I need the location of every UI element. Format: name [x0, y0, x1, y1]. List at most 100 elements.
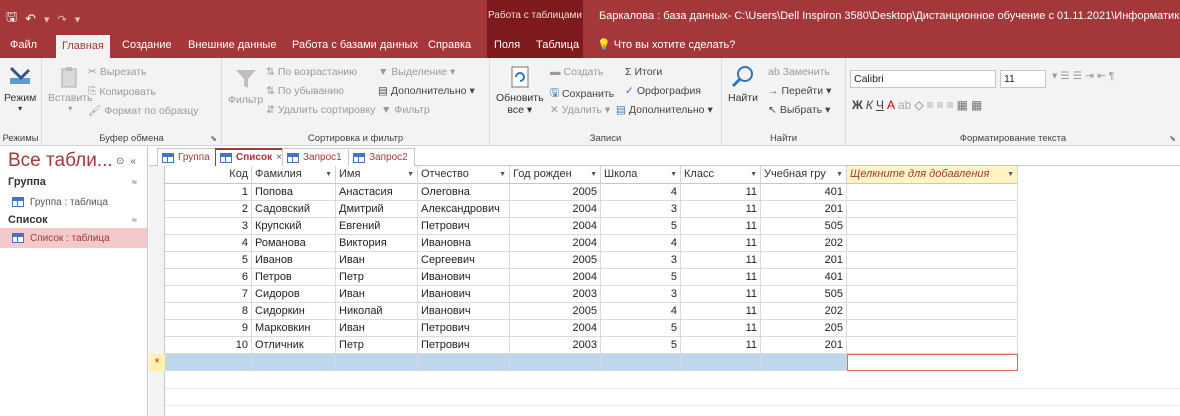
- cell-name[interactable]: Петр: [336, 269, 418, 286]
- cell-birth-year[interactable]: 2005: [510, 184, 601, 201]
- cell-surname[interactable]: Крупский: [252, 218, 336, 235]
- find-button[interactable]: Найти: [728, 64, 758, 104]
- new-record-cell[interactable]: [336, 354, 418, 371]
- cell-class[interactable]: 11: [681, 184, 761, 201]
- totals-button[interactable]: Σ Итоги: [625, 66, 662, 78]
- cell-patronymic[interactable]: Иванович: [418, 269, 510, 286]
- cell-study-group[interactable]: 401: [761, 269, 847, 286]
- cell-patronymic[interactable]: Иванович: [418, 286, 510, 303]
- collapse-group-icon[interactable]: ≈: [132, 177, 137, 187]
- cell-school[interactable]: 4: [601, 184, 681, 201]
- cell-class[interactable]: 11: [681, 320, 761, 337]
- tab-external-data[interactable]: Внешние данные: [188, 32, 276, 58]
- table-row[interactable]: 10 Отличник Петр Петрович 2003 5 11 201: [165, 337, 1018, 354]
- column-header-surname[interactable]: Фамилия ▼: [252, 166, 336, 184]
- new-record-cell[interactable]: [681, 354, 761, 371]
- cell-surname[interactable]: Сидоров: [252, 286, 336, 303]
- cell-school[interactable]: 5: [601, 269, 681, 286]
- tab-create[interactable]: Создание: [122, 32, 172, 58]
- cell-patronymic[interactable]: Олеговна: [418, 184, 510, 201]
- column-header-code[interactable]: Код: [165, 166, 252, 184]
- new-record-cell[interactable]: [418, 354, 510, 371]
- cell-class[interactable]: 11: [681, 218, 761, 235]
- cell-name[interactable]: Петр: [336, 337, 418, 354]
- cell-class[interactable]: 11: [681, 201, 761, 218]
- table-row[interactable]: 8 Сидоркин Николай Иванович 2005 4 11 202: [165, 303, 1018, 320]
- cell-class[interactable]: 11: [681, 303, 761, 320]
- cell-study-group[interactable]: 205: [761, 320, 847, 337]
- tab-database-tools[interactable]: Работа с базами данных: [292, 32, 418, 58]
- table-row[interactable]: 5 Иванов Иван Сергеевич 2005 3 11 201: [165, 252, 1018, 269]
- cell-school[interactable]: 4: [601, 235, 681, 252]
- cell-class[interactable]: 11: [681, 286, 761, 303]
- cell-school[interactable]: 4: [601, 303, 681, 320]
- cell-code[interactable]: 7: [165, 286, 252, 303]
- cell-code[interactable]: 9: [165, 320, 252, 337]
- cell-surname[interactable]: Попова: [252, 184, 336, 201]
- remove-sort-button[interactable]: ⇵ Удалить сортировку: [266, 104, 376, 116]
- cell-study-group[interactable]: 201: [761, 201, 847, 218]
- cell-birth-year[interactable]: 2004: [510, 320, 601, 337]
- cell-add-new[interactable]: [847, 269, 1018, 286]
- cell-school[interactable]: 5: [601, 320, 681, 337]
- cell-patronymic[interactable]: Иванович: [418, 303, 510, 320]
- cell-study-group[interactable]: 505: [761, 286, 847, 303]
- cell-code[interactable]: 1: [165, 184, 252, 201]
- cell-name[interactable]: Иван: [336, 320, 418, 337]
- bold-icon[interactable]: Ж: [852, 98, 863, 112]
- cell-class[interactable]: 11: [681, 269, 761, 286]
- selection-button[interactable]: ▼ Выделение ▾: [378, 66, 455, 78]
- font-name-select[interactable]: Calibri: [850, 70, 996, 88]
- cell-school[interactable]: 3: [601, 286, 681, 303]
- cell-code[interactable]: 4: [165, 235, 252, 252]
- align-left-icon[interactable]: ≡: [927, 98, 934, 112]
- cell-school[interactable]: 3: [601, 201, 681, 218]
- chevron-down-icon[interactable]: ▼: [587, 166, 597, 183]
- cell-code[interactable]: 10: [165, 337, 252, 354]
- cell-school[interactable]: 3: [601, 252, 681, 269]
- table-row[interactable]: 1 Попова Анастасия Олеговна 2005 4 11 401: [165, 184, 1018, 201]
- table-row[interactable]: 7 Сидоров Иван Иванович 2003 3 11 505: [165, 286, 1018, 303]
- cell-birth-year[interactable]: 2003: [510, 286, 601, 303]
- column-header-name[interactable]: Имя ▼: [336, 166, 418, 184]
- collapse-group-icon[interactable]: ≈: [132, 215, 137, 225]
- font-color-icon[interactable]: A: [887, 98, 895, 112]
- cell-code[interactable]: 3: [165, 218, 252, 235]
- tab-fields[interactable]: Поля: [494, 32, 520, 58]
- cell-school[interactable]: 5: [601, 337, 681, 354]
- record-selector-column[interactable]: [149, 166, 165, 416]
- align-center-icon[interactable]: ≡: [937, 98, 944, 112]
- goto-button[interactable]: → Перейти ▾: [768, 85, 831, 97]
- cell-patronymic[interactable]: Петрович: [418, 218, 510, 235]
- cell-study-group[interactable]: 201: [761, 252, 847, 269]
- cell-surname[interactable]: Петров: [252, 269, 336, 286]
- select-button[interactable]: ↖ Выбрать ▾: [768, 104, 830, 116]
- column-header-patronymic[interactable]: Отчество ▼: [418, 166, 510, 184]
- table-row[interactable]: 2 Садовский Дмитрий Александрович 2004 3 11 201: [165, 201, 1018, 218]
- new-record-marker[interactable]: *: [149, 354, 165, 371]
- new-record-cell[interactable]: [510, 354, 601, 371]
- cell-school[interactable]: 5: [601, 218, 681, 235]
- cell-add-new[interactable]: [847, 184, 1018, 201]
- list-buttons[interactable]: ▾ ☰ ☰ ⇥ ⇤ ¶: [1052, 70, 1114, 82]
- nav-pane-title[interactable]: Все табли...: [8, 150, 113, 172]
- chevron-down-icon[interactable]: ▼: [322, 166, 332, 183]
- new-record-cell[interactable]: [601, 354, 681, 371]
- cell-surname[interactable]: Отличник: [252, 337, 336, 354]
- redo-icon[interactable]: ↷: [58, 13, 67, 26]
- cell-add-new[interactable]: [847, 235, 1018, 252]
- paste-button[interactable]: Вставить ▾: [48, 64, 93, 113]
- table-row[interactable]: 4 Романова Виктория Ивановна 2004 4 11 202: [165, 235, 1018, 252]
- align-right-icon[interactable]: ≡: [947, 98, 954, 112]
- toggle-filter-button[interactable]: ▼ Фильтр: [381, 104, 430, 116]
- chevron-down-icon[interactable]: ▼: [833, 166, 843, 183]
- chevron-down-icon[interactable]: ▼: [667, 166, 677, 183]
- cell-surname[interactable]: Романова: [252, 235, 336, 252]
- cell-patronymic[interactable]: Александрович: [418, 201, 510, 218]
- view-button[interactable]: Режим ▾: [4, 64, 36, 113]
- tell-me-box[interactable]: 💡 Что вы хотите сделать?: [597, 32, 735, 58]
- cell-add-new[interactable]: [847, 320, 1018, 337]
- new-record-cell[interactable]: [165, 354, 252, 371]
- chevron-down-icon[interactable]: ▼: [747, 166, 757, 183]
- column-header-add-new[interactable]: Щелкните для добавления ▼: [847, 166, 1018, 184]
